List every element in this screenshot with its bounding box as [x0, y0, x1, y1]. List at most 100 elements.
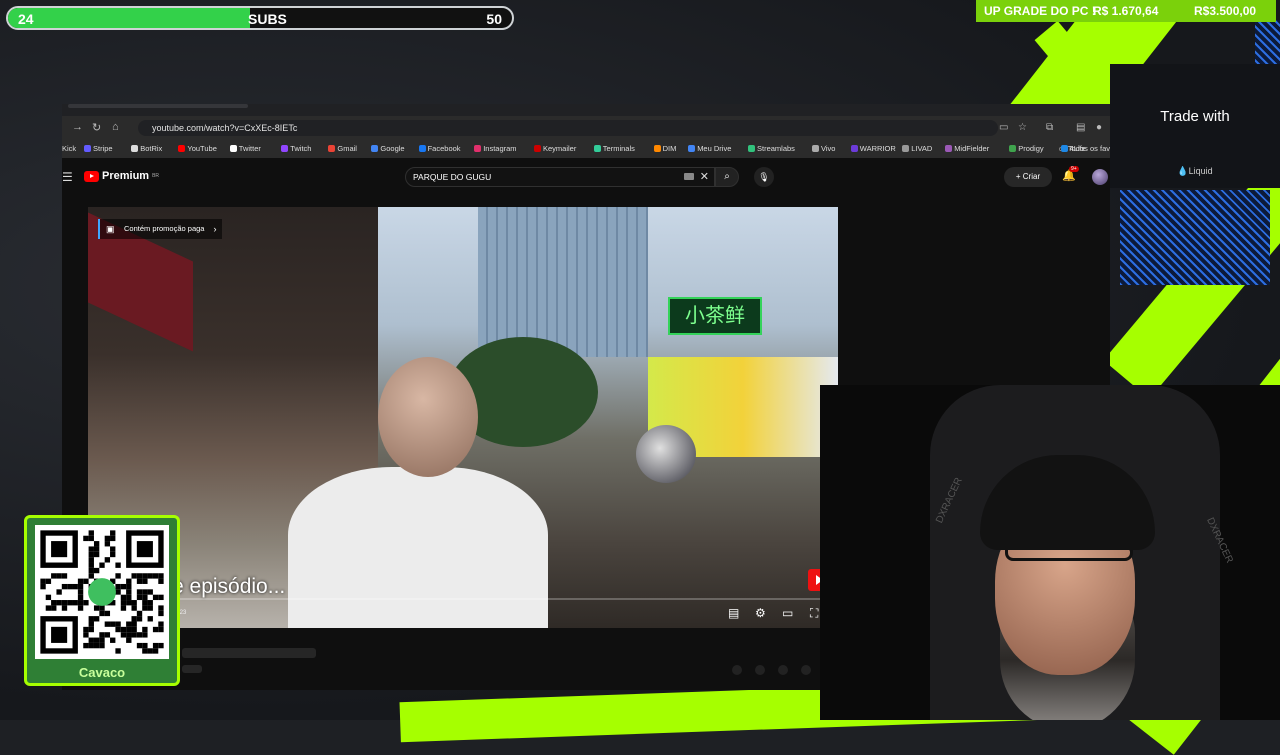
subs-goal-fill: [8, 8, 250, 28]
bookmark-facebook[interactable]: Facebook: [418, 144, 461, 153]
video-player[interactable]: 小茶鲜 ▣ Contém promoção paga › e episódio.…: [88, 207, 838, 628]
bookmark-warrior[interactable]: WARRIOR: [850, 144, 896, 153]
bookmark-favicon-icon: [281, 145, 289, 152]
bookmark-instagram[interactable]: Instagram: [474, 144, 517, 153]
cast-icon[interactable]: ▭: [999, 122, 1008, 133]
bookmark-favicon-icon: [131, 145, 139, 152]
bookmark-label: YouTube: [187, 144, 217, 153]
bookmark-dim[interactable]: DIM: [653, 144, 677, 153]
youtube-play-icon: [84, 170, 99, 182]
bookmark-botrix[interactable]: BotRix: [131, 144, 162, 153]
sponsor-brand-label: Liquid: [1188, 166, 1213, 176]
hamburger-menu-icon[interactable]: ☰: [62, 170, 73, 184]
bookmark-stripe[interactable]: Stripe: [84, 144, 113, 153]
bookmark-favicon-icon: [812, 145, 819, 152]
bookmark-twitch[interactable]: Twitch: [281, 144, 311, 153]
subs-current: 24: [18, 11, 34, 27]
bookmark-label: BotRix: [140, 144, 163, 153]
bookmark-label: 4Life: [1069, 144, 1086, 153]
bookmark-favicon-icon: [474, 145, 482, 152]
fullscreen-icon[interactable]: ⛶: [810, 606, 818, 621]
account-avatar[interactable]: [1092, 169, 1108, 185]
video-title-placeholder: [182, 648, 316, 658]
bookmark-label: Stripe: [93, 144, 113, 153]
bookmark-label: Keymailer: [543, 144, 577, 153]
address-bar-row: → ↻ ⌂ youtube.com/watch?v=CxXEc-8IETc ▭ …: [62, 116, 1110, 140]
forward-icon[interactable]: →: [72, 121, 83, 133]
bookmark-favicon-icon: [902, 145, 910, 152]
bookmark-vivo[interactable]: Vivo: [812, 144, 835, 153]
video-shop-sign: 小茶鲜: [668, 297, 762, 335]
keyboard-icon[interactable]: [684, 173, 694, 180]
bookmark-label: DIM: [662, 144, 677, 153]
bookmark-label: Twitter: [238, 144, 261, 153]
settings-gear-icon[interactable]: ⚙: [755, 606, 766, 620]
bookmark-terminals[interactable]: Terminals: [593, 144, 635, 153]
voice-search-button[interactable]: 🎙: [754, 167, 774, 187]
bookmark-midfielder[interactable]: MidFielder: [945, 144, 989, 153]
bookmark-favicon-icon: [328, 145, 336, 152]
youtube-premium-logo[interactable]: Premium BR: [84, 170, 159, 182]
extensions-icon[interactable]: ⧉: [1046, 122, 1053, 133]
placeholder-dot: [755, 665, 765, 675]
bookmark-meu-drive[interactable]: Meu Drive: [688, 144, 731, 153]
bookmark-star-icon[interactable]: ☆: [1018, 122, 1027, 133]
sponsor-title: Trade with: [1160, 108, 1230, 125]
search-button[interactable]: ⌕: [715, 167, 739, 187]
create-button[interactable]: + Criar: [1004, 167, 1052, 187]
bookmark-label: Streamlabs: [757, 144, 795, 153]
paid-promotion-text: Contém promoção paga: [124, 224, 205, 233]
subs-label: SUBS: [248, 11, 287, 27]
bookmark-favicon-icon: [688, 145, 696, 152]
bookmark-favicon-icon: [1009, 145, 1017, 152]
upgrade-goal-current: R$ 1.670,64: [1093, 4, 1159, 18]
bookmark-twitter[interactable]: Twitter: [229, 144, 261, 153]
tab-strip: [62, 104, 1110, 116]
bookmark-favicon-icon: [178, 145, 186, 152]
droplet-icon: 💧: [1177, 166, 1189, 176]
bookmark-favicon-icon: [534, 145, 541, 152]
bookmark-label: Prodigy: [1018, 144, 1044, 153]
sidebar-icon[interactable]: ▤: [1076, 122, 1085, 133]
profile-icon[interactable]: ●: [1096, 122, 1102, 133]
bookmark-favicon-icon: [850, 145, 858, 152]
bookmark-google[interactable]: Google: [371, 144, 405, 153]
url-field[interactable]: youtube.com/watch?v=CxXEc-8IETc: [138, 120, 998, 136]
placeholder-dot: [778, 665, 788, 675]
bookmark-favicon-icon: [1060, 145, 1068, 152]
bookmark-label: Twitch: [290, 144, 312, 153]
video-progress-bar[interactable]: [88, 598, 838, 600]
bookmark-favicon-icon: [371, 145, 379, 152]
clear-search-icon[interactable]: ✕: [700, 168, 709, 186]
search-input[interactable]: PARQUE DO GUGU ✕: [405, 167, 715, 187]
bookmark-youtube[interactable]: YouTube: [178, 144, 217, 153]
bookmark-kick[interactable]: Kick: [62, 144, 76, 153]
browser-tab[interactable]: [68, 104, 248, 108]
reload-icon[interactable]: ↻: [92, 121, 101, 134]
overlay-hatch-pattern: [1120, 190, 1270, 285]
bookmark-label: Google: [380, 144, 405, 153]
bookmark-gmail[interactable]: Gmail: [328, 144, 357, 153]
upgrade-goal-label: UP GRADE DO PC !: [984, 4, 1096, 18]
sponsor-brand: 💧Liquid: [1110, 166, 1280, 177]
theater-mode-icon[interactable]: ▭: [782, 606, 793, 620]
bookmark-keymailer[interactable]: Keymailer: [534, 144, 576, 153]
bookmark-label: Facebook: [427, 144, 461, 153]
bookmark-label: WARRIOR: [859, 144, 896, 153]
bookmark-label: Gmail: [337, 144, 357, 153]
subtitles-icon[interactable]: ▤: [728, 606, 739, 620]
sponsor-panel: Trade with 💧Liquid: [1110, 64, 1280, 188]
bookmark-livad[interactable]: LIVAD: [902, 144, 932, 153]
bookmark-label: LIVAD: [911, 144, 933, 153]
bookmark-favicon-icon: [748, 145, 755, 152]
bookmark-streamlabs[interactable]: Streamlabs: [748, 144, 795, 153]
bookmark-prodigy[interactable]: Prodigy: [1009, 144, 1044, 153]
video-scene-head: [378, 357, 478, 477]
upgrade-goal-banner: UP GRADE DO PC ! R$ 1.670,64 R$3.500,00: [976, 0, 1276, 22]
bookmark-4life[interactable]: 4Life: [1060, 144, 1086, 153]
upgrade-goal-target: R$3.500,00: [1194, 4, 1257, 18]
paid-promotion-label[interactable]: ▣ Contém promoção paga ›: [98, 219, 223, 239]
bookmark-favicon-icon: [418, 145, 426, 152]
bookmarks-bar: ▭ Todos os fav KickStripeBotRixYouTubeTw…: [62, 140, 1110, 159]
home-icon[interactable]: ⌂: [112, 121, 119, 133]
